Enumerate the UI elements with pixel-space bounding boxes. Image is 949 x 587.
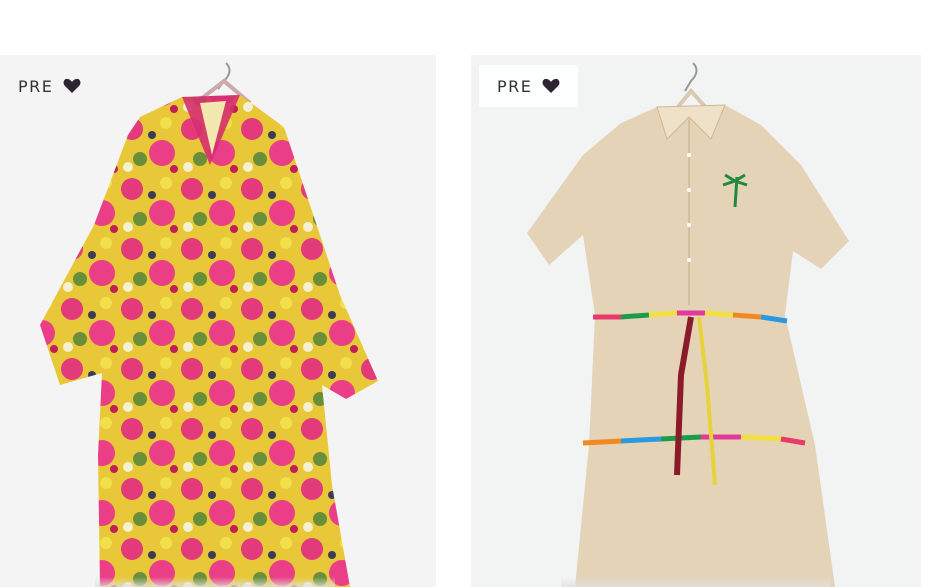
image-bottom-fade <box>95 577 335 587</box>
product-grid: PRE PRE <box>0 55 949 587</box>
preowned-badge: PRE <box>479 65 579 107</box>
product-image[interactable] <box>0 55 436 587</box>
badge-label: PRE <box>497 76 533 96</box>
heart-icon <box>542 78 560 93</box>
product-card[interactable]: PRE <box>0 55 436 587</box>
preowned-badge: PRE <box>0 65 99 107</box>
product-image[interactable] <box>471 55 921 587</box>
badge-label: PRE <box>18 76 54 96</box>
product-card[interactable]: PRE <box>471 55 921 587</box>
image-bottom-fade <box>561 577 831 587</box>
heart-icon <box>63 78 81 93</box>
